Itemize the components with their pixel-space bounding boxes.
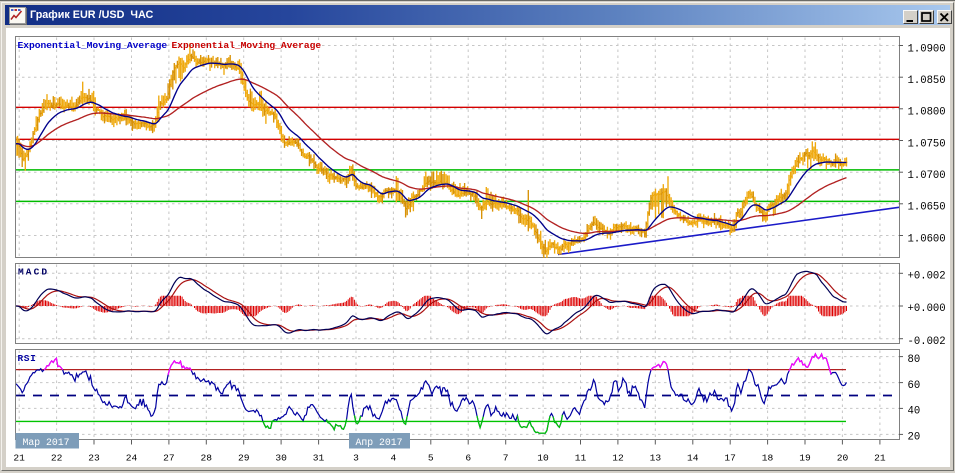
- svg-text:Мар 2017: Мар 2017: [23, 437, 70, 448]
- svg-text:14: 14: [687, 453, 699, 464]
- svg-text:5: 5: [428, 453, 434, 464]
- svg-text:28: 28: [201, 453, 213, 464]
- svg-text:60: 60: [908, 380, 921, 392]
- svg-text:7: 7: [503, 453, 509, 464]
- svg-text:12: 12: [612, 453, 624, 464]
- svg-text:23: 23: [88, 453, 100, 464]
- svg-text:RSI: RSI: [18, 353, 37, 364]
- svg-text:1.0850: 1.0850: [908, 75, 946, 87]
- svg-text:29: 29: [238, 453, 250, 464]
- svg-text:3: 3: [353, 453, 359, 464]
- svg-text:21: 21: [874, 453, 886, 464]
- svg-text:80: 80: [908, 354, 921, 366]
- svg-text:13: 13: [650, 453, 662, 464]
- svg-text:1.0700: 1.0700: [908, 170, 946, 182]
- svg-text:40: 40: [908, 406, 921, 418]
- svg-text:1.0600: 1.0600: [908, 233, 946, 245]
- svg-text:Exponential_Moving_Average: Exponential_Moving_Average: [18, 40, 168, 51]
- svg-text:Exponential_Moving_Average: Exponential_Moving_Average: [172, 40, 322, 51]
- svg-text:24: 24: [126, 453, 138, 464]
- svg-text:-0.002: -0.002: [908, 336, 946, 348]
- svg-text:21: 21: [13, 453, 25, 464]
- svg-text:11: 11: [575, 453, 587, 464]
- svg-text:10: 10: [537, 453, 549, 464]
- svg-text:1.0650: 1.0650: [908, 202, 946, 214]
- svg-text:22: 22: [51, 453, 63, 464]
- svg-text:18: 18: [762, 453, 774, 464]
- svg-text:1.0900: 1.0900: [908, 43, 946, 55]
- svg-text:31: 31: [313, 453, 325, 464]
- svg-text:1.0750: 1.0750: [908, 138, 946, 150]
- svg-text:MACD: MACD: [18, 267, 49, 278]
- svg-text:+0.002: +0.002: [908, 271, 946, 283]
- svg-text:20: 20: [837, 453, 849, 464]
- svg-text:+0.000: +0.000: [908, 303, 946, 315]
- svg-text:27: 27: [163, 453, 175, 464]
- svg-text:4: 4: [391, 453, 397, 464]
- svg-text:6: 6: [465, 453, 471, 464]
- svg-text:17: 17: [724, 453, 736, 464]
- svg-text:Апр 2017: Апр 2017: [356, 437, 403, 448]
- svg-text:30: 30: [275, 453, 287, 464]
- svg-text:19: 19: [799, 453, 811, 464]
- svg-text:20: 20: [908, 432, 921, 444]
- svg-text:1.0800: 1.0800: [908, 107, 946, 119]
